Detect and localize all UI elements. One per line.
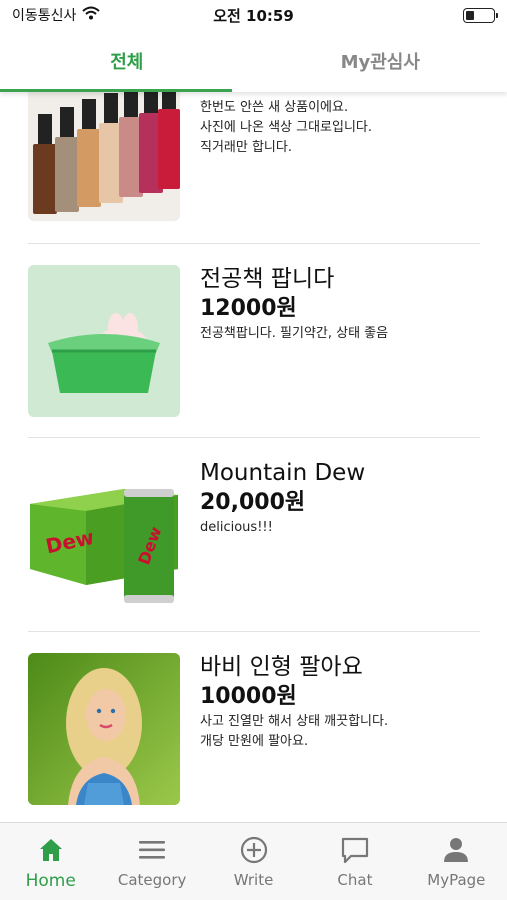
product-image-mountain-dew: Dew Dew — [28, 459, 180, 611]
product-list[interactable]: … 3000원 한번도 안쓴 새 상품이에요. 사진에 나온 색상 그대로입니다… — [0, 60, 507, 825]
product-image-barbie-doll — [28, 653, 180, 805]
nav-mypage[interactable]: MyPage — [406, 823, 507, 900]
tab-my-interests-label: My관심사 — [340, 52, 420, 73]
home-icon — [36, 835, 66, 865]
product-description: 사고 진열만 해서 상태 깨끗합니다. 개당 만원에 팔아요. — [200, 714, 389, 749]
product-price: 12000원 — [200, 296, 297, 321]
nav-home-label: Home — [25, 871, 76, 891]
product-price: 20,000원 — [200, 490, 306, 515]
chat-bubble-icon — [340, 835, 370, 865]
product-item[interactable]: Dew Dew Mountain Dew 20,000원 delicious!!… — [28, 438, 480, 632]
tab-my-interests[interactable]: My관심사 — [254, 30, 507, 92]
person-icon — [441, 835, 471, 865]
product-item[interactable]: 바비 인형 팔아요 10000원 사고 진열만 해서 상태 깨끗합니다. 개당 … — [28, 632, 480, 825]
tab-all[interactable]: 전체 — [0, 30, 254, 92]
nav-write-label: Write — [233, 871, 274, 889]
product-description: 전공책팝니다. 필기약간, 상태 좋음 — [200, 326, 389, 341]
top-tabs: 전체 My관심사 — [0, 30, 507, 92]
carrier-label: 이동통신사 — [12, 8, 77, 24]
plus-circle-icon — [239, 835, 269, 865]
nav-chat[interactable]: Chat — [304, 823, 405, 900]
product-description: delicious!!! — [200, 520, 273, 535]
product-title: 바비 인형 팔아요 — [200, 654, 363, 680]
nav-write[interactable]: Write — [203, 823, 304, 900]
product-image-basket — [28, 265, 180, 417]
menu-icon — [137, 835, 167, 865]
bottom-nav: Home Category Write Chat MyPage — [0, 822, 507, 900]
product-item[interactable]: 전공책 팝니다 12000원 전공책팝니다. 필기약간, 상태 좋음 — [28, 244, 480, 438]
product-info: 전공책 팝니다 12000원 전공책팝니다. 필기약간, 상태 좋음 — [200, 264, 480, 344]
battery-icon — [463, 7, 498, 23]
tab-all-label: 전체 — [110, 52, 144, 73]
nav-home[interactable]: Home — [0, 823, 101, 900]
tab-indicator — [0, 89, 232, 92]
product-price: 10000원 — [200, 684, 297, 709]
status-left: 이동통신사 — [12, 5, 101, 25]
product-title: Mountain Dew — [200, 460, 366, 486]
status-bar: 이동통신사 오전 10:59 — [0, 0, 507, 30]
wifi-icon — [82, 6, 101, 24]
product-title: 전공책 팝니다 — [200, 266, 335, 292]
nav-mypage-label: MyPage — [427, 871, 486, 889]
nav-chat-label: Chat — [337, 871, 373, 889]
product-info: 바비 인형 팔아요 10000원 사고 진열만 해서 상태 깨끗합니다. 개당 … — [200, 652, 480, 752]
product-description: 한번도 안쓴 새 상품이에요. 사진에 나온 색상 그대로입니다. 직거래만 합… — [200, 100, 373, 155]
nav-category[interactable]: Category — [101, 823, 202, 900]
product-info: Mountain Dew 20,000원 delicious!!! — [200, 458, 480, 538]
nav-category-label: Category — [117, 871, 187, 889]
